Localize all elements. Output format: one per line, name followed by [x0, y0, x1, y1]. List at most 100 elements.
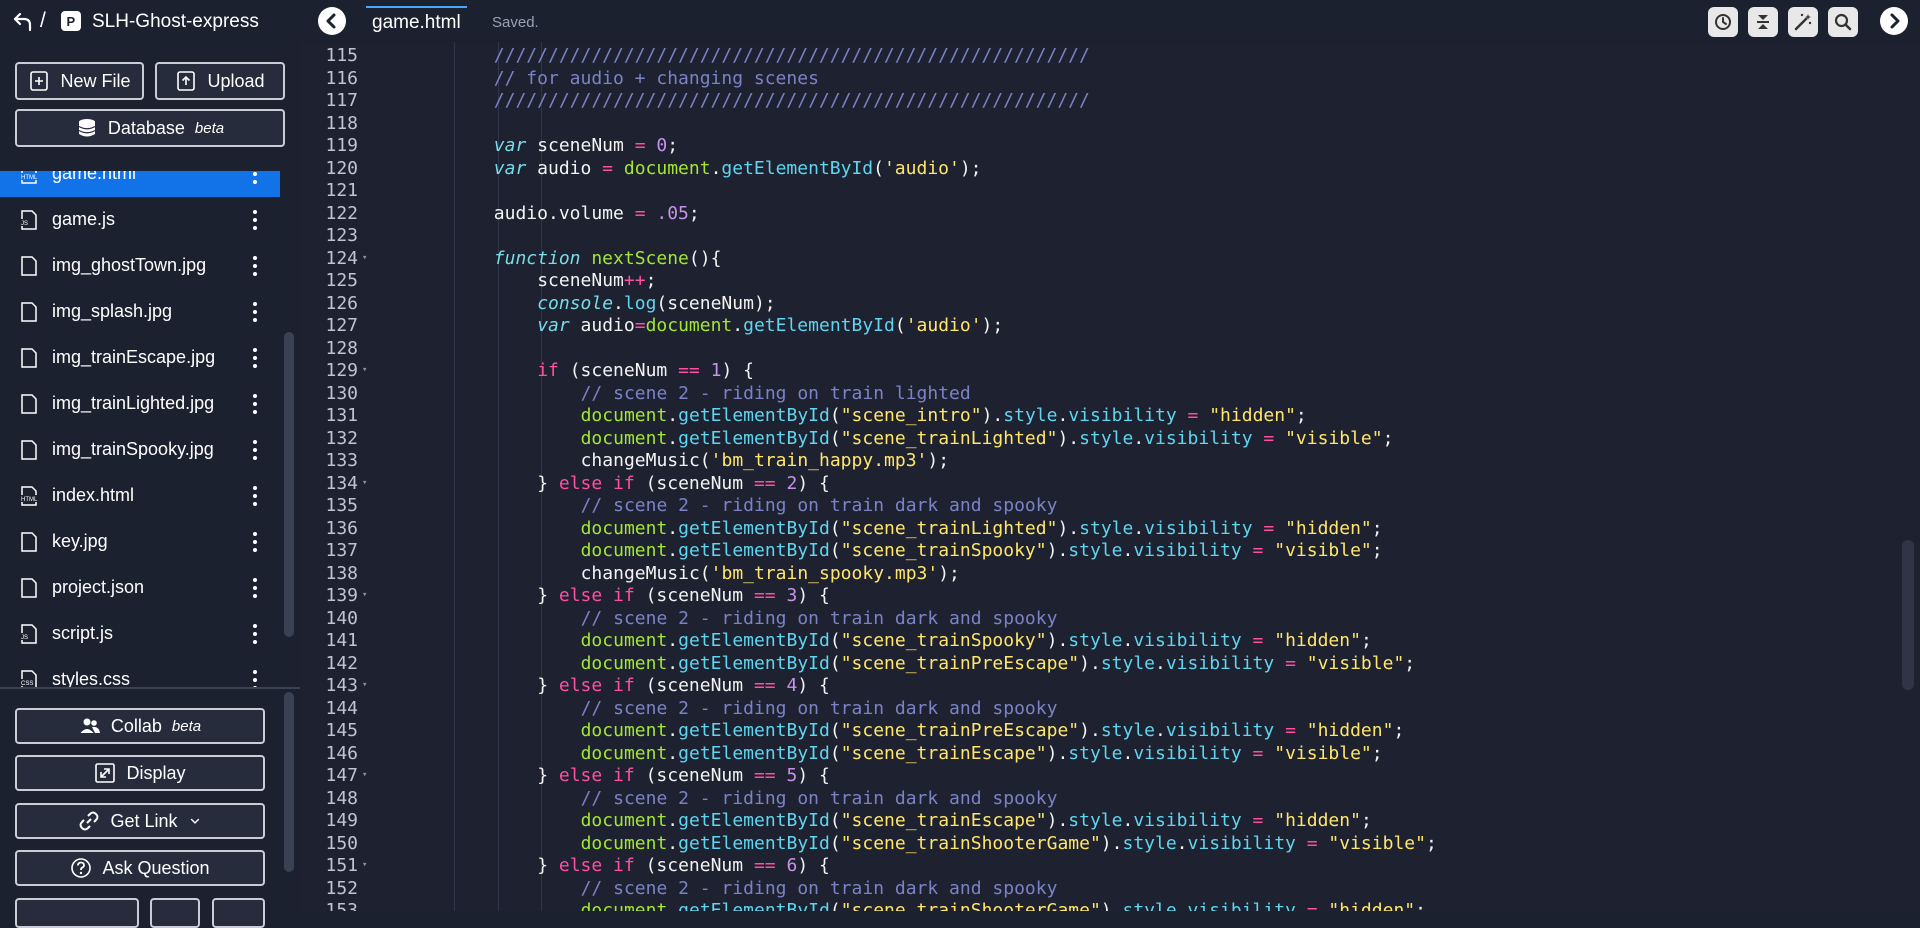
get-link-button[interactable]: Get Link	[15, 803, 265, 839]
new-file-button[interactable]: New File	[15, 62, 144, 100]
code-line[interactable]: 124 ▾ function nextScene(){	[300, 248, 1900, 272]
search-button[interactable]	[1828, 7, 1858, 37]
code-line[interactable]: 118	[300, 113, 1900, 137]
more-options-icon[interactable]	[250, 256, 260, 276]
code-line[interactable]: 134 ▾} else if (sceneNum == 2) {	[300, 473, 1900, 497]
code-line[interactable]: 145 document.getElementById("scene_trainP…	[300, 720, 1900, 744]
file-list-scrollbar[interactable]	[284, 332, 294, 637]
fold-arrow-icon[interactable]: ▾	[362, 365, 367, 375]
expand-icon	[95, 763, 116, 783]
file-item[interactable]: JS game.js	[0, 197, 280, 243]
code-line[interactable]: 117 /////////////////////////////////////…	[300, 90, 1900, 114]
code-line[interactable]: 142 document.getElementById("scene_trainP…	[300, 653, 1900, 677]
code-line[interactable]: 119 var sceneNum = 0;	[300, 135, 1900, 159]
fold-arrow-icon[interactable]: ▾	[362, 680, 367, 690]
code-line[interactable]: 138 changeMusic('bm_train_spooky.mp3');	[300, 563, 1900, 587]
code-line[interactable]: 128	[300, 338, 1900, 362]
code-line[interactable]: 131 document.getElementById("scene_intro"…	[300, 405, 1900, 429]
code-line[interactable]: 144 // scene 2 - riding on train dark and…	[300, 698, 1900, 722]
file-item[interactable]: CSS styles.css	[0, 657, 280, 688]
file-item[interactable]: JS script.js	[0, 611, 280, 657]
sidebar-bottom-scrollbar[interactable]	[284, 692, 294, 872]
display-button[interactable]: Display	[15, 755, 265, 791]
fold-arrow-icon[interactable]: ▾	[362, 590, 367, 600]
code-line[interactable]: 153 document.getElementById("scene_trainS…	[300, 900, 1900, 911]
code-line[interactable]: 147 ▾} else if (sceneNum == 5) {	[300, 765, 1900, 789]
file-item[interactable]: img_ghostTown.jpg	[0, 243, 280, 289]
more-options-icon[interactable]	[250, 578, 260, 598]
code-line[interactable]: 132 document.getElementById("scene_trainL…	[300, 428, 1900, 452]
more-options-icon[interactable]	[250, 486, 260, 506]
code-line[interactable]: 148 // scene 2 - riding on train dark and…	[300, 788, 1900, 812]
code-line[interactable]: 123	[300, 225, 1900, 249]
more-options-icon[interactable]	[250, 302, 260, 322]
database-icon	[78, 119, 96, 137]
upload-button[interactable]: Upload	[155, 62, 285, 100]
more-options-icon[interactable]	[250, 624, 260, 644]
collapse-button[interactable]	[1748, 7, 1778, 37]
fold-arrow-icon[interactable]: ▾	[362, 478, 367, 488]
project-name[interactable]: SLH-Ghost-express	[92, 11, 259, 33]
file-item[interactable]: HTML index.html	[0, 473, 280, 519]
sidebar-extra-button-2[interactable]	[150, 898, 200, 928]
code-line[interactable]: 120 var audio = document.getElementById('…	[300, 158, 1900, 182]
code-line[interactable]: 135 // scene 2 - riding on train dark and…	[300, 495, 1900, 519]
code-token: }	[537, 765, 559, 786]
tab-game-html[interactable]: game.html	[366, 6, 467, 40]
code-token: visibility	[1187, 832, 1296, 854]
more-options-icon[interactable]	[250, 440, 260, 460]
code-line[interactable]: 150 document.getElementById("scene_trainS…	[300, 832, 1900, 857]
code-token: "hidden"	[1274, 810, 1361, 831]
fold-arrow-icon[interactable]: ▾	[362, 253, 367, 263]
code-line[interactable]: 115 /////////////////////////////////////…	[300, 45, 1900, 69]
code-line[interactable]: 133 changeMusic('bm_train_happy.mp3');	[300, 450, 1900, 474]
more-options-icon[interactable]	[250, 670, 260, 688]
code-line[interactable]: 141 document.getElementById("scene_trainS…	[300, 630, 1900, 654]
file-item[interactable]: img_trainLighted.jpg	[0, 381, 280, 427]
code-line[interactable]: 129 ▾ if (sceneNum == 1) {	[300, 360, 1900, 384]
back-arrow-icon[interactable]	[12, 10, 34, 32]
more-options-icon[interactable]	[250, 210, 260, 230]
code-line[interactable]: 137 document.getElementById("scene_trainS…	[300, 540, 1900, 564]
file-item[interactable]: img_trainEscape.jpg	[0, 335, 280, 381]
previous-tab-button[interactable]	[318, 7, 346, 35]
more-options-icon[interactable]	[250, 348, 260, 368]
code-line[interactable]: 125 sceneNum++;	[300, 270, 1900, 294]
file-item[interactable]: key.jpg	[0, 519, 280, 565]
code-line[interactable]: 127 var audio=document.getElementById('au…	[300, 315, 1900, 339]
code-line[interactable]: 143 ▾} else if (sceneNum == 4) {	[300, 675, 1900, 699]
code-line[interactable]: 151 ▾} else if (sceneNum == 6) {	[300, 855, 1900, 879]
more-options-icon[interactable]	[250, 532, 260, 552]
code-line[interactable]: 152 // scene 2 - riding on train dark and…	[300, 878, 1900, 902]
file-item[interactable]: img_trainSpooky.jpg	[0, 427, 280, 473]
more-options-icon[interactable]	[250, 394, 260, 414]
code-line[interactable]: 116 // for audio + changing scenes	[300, 68, 1900, 92]
code-line[interactable]: 130 // scene 2 - riding on train lighted	[300, 383, 1900, 407]
more-options-icon[interactable]	[250, 171, 260, 184]
code-line[interactable]: 139 ▾} else if (sceneNum == 3) {	[300, 585, 1900, 609]
code-line[interactable]: 121	[300, 180, 1900, 204]
database-button[interactable]: Database beta	[15, 109, 285, 147]
sidebar-extra-button-3[interactable]	[212, 898, 265, 928]
file-item[interactable]: img_splash.jpg	[0, 289, 280, 335]
collab-button[interactable]: Collab beta	[15, 708, 265, 744]
format-button[interactable]	[1788, 7, 1818, 37]
fold-arrow-icon[interactable]: ▾	[362, 860, 367, 870]
code-line[interactable]: 136 document.getElementById("scene_trainL…	[300, 518, 1900, 542]
file-item[interactable]: project.json	[0, 565, 280, 611]
ask-question-button[interactable]: Ask Question	[15, 850, 265, 886]
history-button[interactable]	[1708, 7, 1738, 37]
editor-scrollbar[interactable]	[1902, 540, 1914, 690]
sidebar-extra-button-1[interactable]	[15, 898, 139, 928]
code-line[interactable]: 122 audio.volume = .05;	[300, 203, 1900, 227]
code-line[interactable]: 146 document.getElementById("scene_trainE…	[300, 743, 1900, 767]
fold-arrow-icon[interactable]: ▾	[362, 770, 367, 780]
code-line[interactable]: 126 console.log(sceneNum);	[300, 293, 1900, 317]
code-line[interactable]: 140 // scene 2 - riding on train dark and…	[300, 608, 1900, 632]
code-area[interactable]: 115 /////////////////////////////////////…	[300, 42, 1900, 911]
code-editor[interactable]: 115 /////////////////////////////////////…	[300, 42, 1920, 911]
code-token: ) {	[721, 360, 754, 381]
next-tab-button[interactable]	[1880, 7, 1908, 35]
code-line[interactable]: 149 document.getElementById("scene_trainE…	[300, 810, 1900, 834]
file-item[interactable]: HTML game.html	[0, 171, 280, 197]
